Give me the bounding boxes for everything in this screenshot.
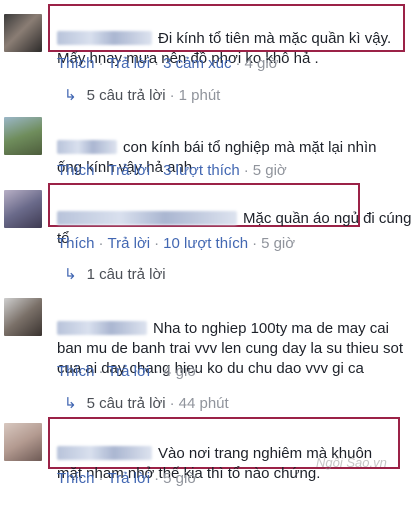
like-link[interactable]: Thích — [57, 162, 95, 179]
comment-actions: Thích · Trả lời · 5 giờ — [57, 470, 198, 487]
watermark: Ngôi Sao.vn — [316, 455, 387, 470]
commenter-name-blurred[interactable] — [57, 321, 147, 335]
view-replies[interactable]: ↳ 1 câu trả lời — [64, 265, 166, 283]
commenter-name-blurred[interactable] — [57, 211, 237, 225]
reactions-count[interactable]: 3 cảm xúc — [163, 55, 231, 72]
reactions-count[interactable]: 3 lượt thích — [163, 162, 240, 179]
avatar[interactable] — [4, 14, 42, 52]
reply-arrow-icon: ↳ — [64, 266, 77, 283]
comment-actions: Thích · Trả lời · 10 lượt thích · 5 giờ — [57, 235, 296, 252]
commenter-name-blurred[interactable] — [57, 31, 152, 45]
reply-link[interactable]: Trả lời — [108, 363, 151, 380]
timestamp[interactable]: 4 giờ — [245, 55, 279, 72]
view-replies[interactable]: ↳ 5 câu trả lời · 1 phút — [64, 86, 220, 104]
timestamp[interactable]: 4 giờ — [163, 363, 197, 380]
replies-time: 1 phút — [178, 87, 221, 104]
reply-link[interactable]: Trả lời — [108, 470, 151, 487]
comment-actions: Thích · Trả lời · 3 cảm xúc · 4 giờ — [57, 55, 279, 72]
replies-count[interactable]: 5 câu trả lời — [87, 395, 166, 412]
replies-count[interactable]: 1 câu trả lời — [87, 266, 166, 283]
avatar[interactable] — [4, 190, 42, 228]
reply-link[interactable]: Trả lời — [108, 55, 151, 72]
reply-link[interactable]: Trả lời — [108, 235, 151, 252]
like-link[interactable]: Thích — [57, 55, 95, 72]
reply-arrow-icon: ↳ — [64, 395, 77, 412]
timestamp[interactable]: 5 giờ — [253, 162, 287, 179]
view-replies[interactable]: ↳ 5 câu trả lời · 44 phút — [64, 394, 229, 412]
like-link[interactable]: Thích — [57, 470, 95, 487]
comment-actions: Thích · Trả lời · 4 giờ — [57, 363, 198, 380]
comment-actions: Thích · Trả lời · 3 lượt thích · 5 giờ — [57, 162, 287, 179]
reactions-count[interactable]: 10 lượt thích — [163, 235, 248, 252]
replies-count[interactable]: 5 câu trả lời — [87, 87, 166, 104]
timestamp[interactable]: 5 giờ — [261, 235, 295, 252]
timestamp[interactable]: 5 giờ — [163, 470, 197, 487]
reply-arrow-icon: ↳ — [64, 87, 77, 104]
avatar[interactable] — [4, 117, 42, 155]
commenter-name-blurred[interactable] — [57, 140, 117, 154]
replies-time: 44 phút — [178, 395, 229, 412]
commenter-name-blurred[interactable] — [57, 446, 152, 460]
like-link[interactable]: Thích — [57, 363, 95, 380]
avatar[interactable] — [4, 423, 42, 461]
reply-link[interactable]: Trả lời — [108, 162, 151, 179]
like-link[interactable]: Thích — [57, 235, 95, 252]
avatar[interactable] — [4, 298, 42, 336]
